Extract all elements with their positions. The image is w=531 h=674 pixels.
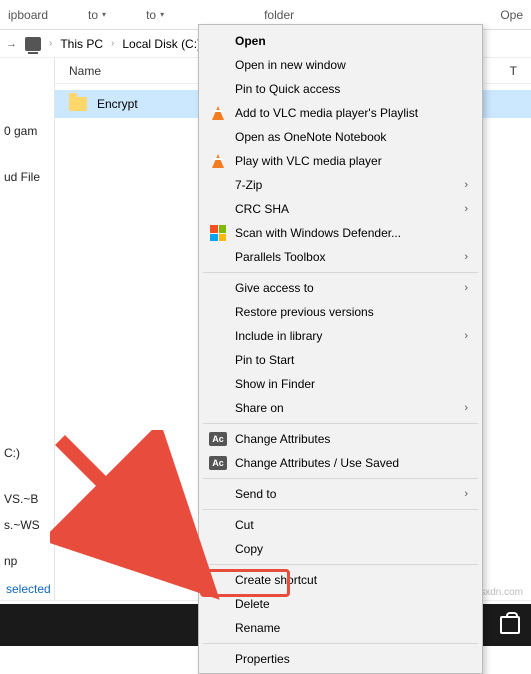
- navigation-pane[interactable]: 0 gam ud File C:) VS.~B s.~WS np: [0, 58, 55, 600]
- menu-create-shortcut[interactable]: Create shortcut: [201, 568, 480, 592]
- breadcrumb-this-pc[interactable]: This PC: [60, 37, 103, 51]
- ribbon-clipboard-label: ipboard: [8, 8, 48, 22]
- submenu-arrow-icon: ›: [464, 330, 468, 342]
- menu-library[interactable]: Include in library›: [201, 324, 480, 348]
- menu-separator: [203, 478, 478, 479]
- chevron-down-icon: ▾: [160, 10, 164, 19]
- menu-open-new-window[interactable]: Open in new window: [201, 53, 480, 77]
- menu-vlc-add[interactable]: Add to VLC media player's Playlist: [201, 101, 480, 125]
- ribbon-open-label: Ope: [500, 8, 523, 22]
- attributes-icon: Ac: [209, 454, 227, 472]
- vlc-icon: [209, 152, 227, 170]
- file-name-label: Encrypt: [97, 97, 138, 111]
- menu-cut[interactable]: Cut: [201, 513, 480, 537]
- menu-crc-sha[interactable]: CRC SHA›: [201, 197, 480, 221]
- menu-send-to[interactable]: Send to›: [201, 482, 480, 506]
- menu-restore[interactable]: Restore previous versions: [201, 300, 480, 324]
- menu-separator: [203, 643, 478, 644]
- menu-show-finder[interactable]: Show in Finder: [201, 372, 480, 396]
- context-menu: Open Open in new window Pin to Quick acc…: [198, 24, 483, 674]
- column-type[interactable]: T: [510, 64, 517, 78]
- submenu-arrow-icon: ›: [464, 251, 468, 263]
- store-icon[interactable]: [499, 614, 521, 636]
- menu-vlc-play[interactable]: Play with VLC media player: [201, 149, 480, 173]
- menu-separator: [203, 509, 478, 510]
- submenu-arrow-icon: ›: [464, 203, 468, 215]
- breadcrumb-local-disk[interactable]: Local Disk (C:): [122, 37, 201, 51]
- menu-7zip[interactable]: 7-Zip›: [201, 173, 480, 197]
- menu-defender[interactable]: Scan with Windows Defender...: [201, 221, 480, 245]
- nav-item[interactable]: 0 gam: [0, 118, 54, 144]
- nav-back-icon[interactable]: →: [6, 38, 17, 50]
- nav-item[interactable]: ud File: [0, 164, 54, 190]
- menu-copy[interactable]: Copy: [201, 537, 480, 561]
- menu-share-on[interactable]: Share on›: [201, 396, 480, 420]
- folder-icon: [69, 97, 87, 111]
- attributes-icon: Ac: [209, 430, 227, 448]
- menu-pin-quick-access[interactable]: Pin to Quick access: [201, 77, 480, 101]
- ribbon-to-dropdown-2[interactable]: to▾: [146, 8, 164, 22]
- breadcrumb-separator: ›: [45, 38, 56, 49]
- menu-give-access[interactable]: Give access to›: [201, 276, 480, 300]
- menu-separator: [203, 423, 478, 424]
- ribbon-folder-label: folder: [264, 8, 294, 22]
- nav-item[interactable]: VS.~B: [0, 486, 54, 512]
- menu-open[interactable]: Open: [201, 29, 480, 53]
- menu-onenote[interactable]: Open as OneNote Notebook: [201, 125, 480, 149]
- breadcrumb-separator: ›: [107, 38, 118, 49]
- chevron-down-icon: ▾: [102, 10, 106, 19]
- menu-change-attributes[interactable]: AcChange Attributes: [201, 427, 480, 451]
- menu-pin-start[interactable]: Pin to Start: [201, 348, 480, 372]
- menu-delete[interactable]: Delete: [201, 592, 480, 616]
- submenu-arrow-icon: ›: [464, 282, 468, 294]
- ribbon-to-dropdown-1[interactable]: to▾: [88, 8, 106, 22]
- submenu-arrow-icon: ›: [464, 488, 468, 500]
- pc-icon: [25, 37, 41, 51]
- menu-parallels[interactable]: Parallels Toolbox›: [201, 245, 480, 269]
- nav-item[interactable]: np: [0, 548, 54, 574]
- windows-defender-icon: [209, 224, 227, 242]
- menu-properties[interactable]: Properties: [201, 647, 480, 671]
- nav-item[interactable]: s.~WS: [0, 512, 54, 538]
- menu-rename[interactable]: Rename: [201, 616, 480, 640]
- nav-item[interactable]: C:): [0, 440, 54, 466]
- menu-separator: [203, 564, 478, 565]
- submenu-arrow-icon: ›: [464, 179, 468, 191]
- menu-change-attributes-saved[interactable]: AcChange Attributes / Use Saved: [201, 451, 480, 475]
- menu-separator: [203, 272, 478, 273]
- vlc-icon: [209, 104, 227, 122]
- submenu-arrow-icon: ›: [464, 402, 468, 414]
